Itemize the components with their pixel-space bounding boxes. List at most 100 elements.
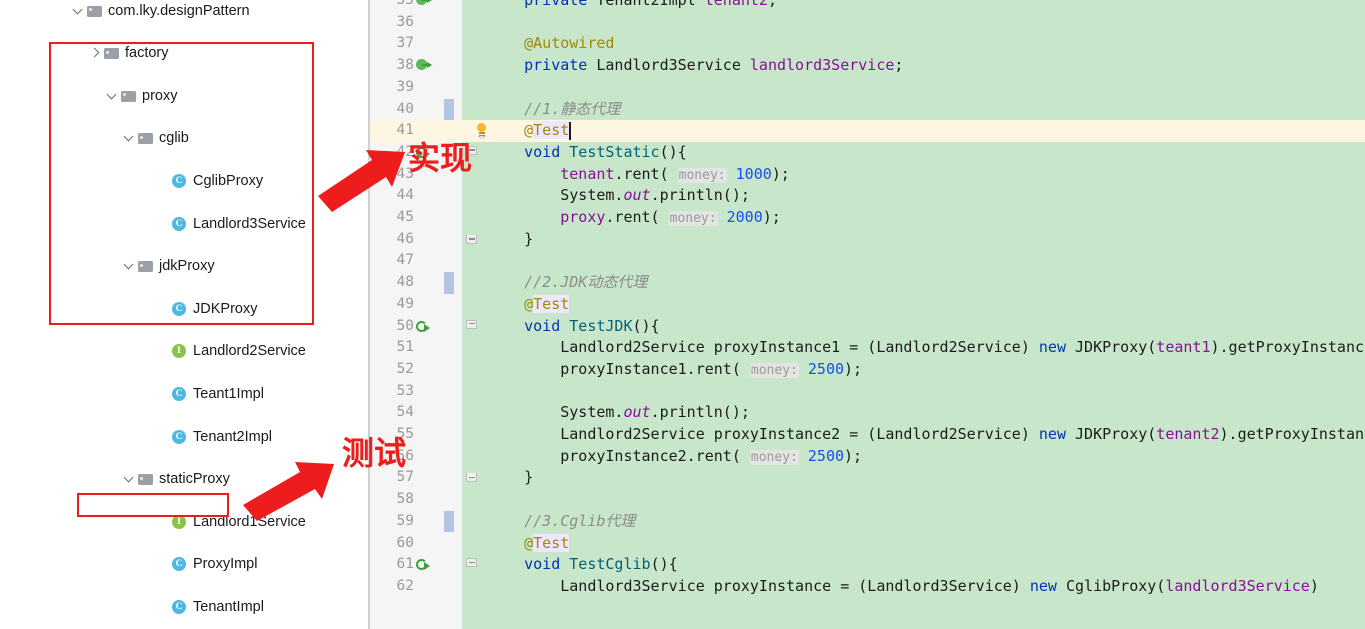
tree-item-tenantimpl[interactable]: C TenantImpl	[0, 596, 370, 617]
tree-item-proxyimpl[interactable]: C ProxyImpl	[0, 554, 370, 575]
code-line-text: private Tenant2Impl tenant2;	[488, 0, 777, 12]
code-line-51[interactable]: 51 Landlord2Service proxyInstance1 = (La…	[370, 337, 1365, 359]
code-line-text: private Landlord3Service landlord3Servic…	[488, 55, 903, 77]
spring-bean-icon[interactable]	[413, 0, 432, 8]
code-line-56[interactable]: 56 proxyInstance2.rent( money: 2500);	[370, 445, 1365, 469]
run-test-icon[interactable]	[416, 146, 430, 160]
code-fold-close-icon[interactable]	[466, 473, 477, 486]
tree-item-landlord1service[interactable]: I Landlord1Service	[0, 511, 370, 532]
tree-item-label: proxy	[142, 87, 178, 104]
code-line-background	[462, 489, 1365, 511]
token: landlord3Service	[749, 56, 895, 75]
code-line-text: proxyInstance2.rent( money: 2500);	[488, 446, 862, 469]
chevron-down-icon[interactable]	[72, 5, 84, 17]
token: //3.Cglib代理	[524, 511, 636, 530]
code-line-61[interactable]: 61 void TestCglib(){	[370, 554, 1365, 576]
token: );	[762, 208, 781, 226]
code-editor-panel[interactable]: 35 private Tenant2Impl tenant2; 36 37 @Aut…	[370, 0, 1365, 629]
run-test-icon[interactable]	[416, 558, 430, 572]
code-line-45[interactable]: 45 proxy.rent( money: 2000);	[370, 207, 1365, 229]
line-number: 58	[396, 491, 414, 508]
code-line-57[interactable]: 57 }	[370, 467, 1365, 490]
code-line-39[interactable]: 39	[370, 76, 1365, 99]
code-line-54[interactable]: 54 System.out.println();	[370, 402, 1365, 424]
line-number: 53	[396, 382, 414, 399]
tree-item-proxy[interactable]: proxy	[0, 85, 370, 106]
chevron-down-icon[interactable]	[123, 132, 135, 144]
class-badge: C	[172, 387, 186, 401]
token: Landlord2Service proxyInstance1 = (Landl…	[488, 338, 1039, 357]
code-fold-open-icon[interactable]	[466, 558, 477, 571]
vcs-change-marker[interactable]	[444, 272, 454, 294]
line-number: 59	[396, 512, 414, 529]
tree-item-landlord2service[interactable]: I Landlord2Service	[0, 341, 370, 362]
code-line-36[interactable]: 36	[370, 11, 1365, 34]
intention-bulb-icon[interactable]	[474, 123, 489, 139]
chevron-down-icon[interactable]	[106, 90, 118, 102]
code-line-text: proxy.rent( money: 2000);	[488, 207, 781, 230]
code-line-background	[462, 532, 1365, 555]
code-line-35[interactable]: 35 private Tenant2Impl tenant2;	[370, 0, 1365, 12]
spring-bean-icon[interactable]	[413, 56, 432, 73]
token: .println();	[650, 403, 750, 422]
tree-item-landlord3service[interactable]: C Landlord3Service	[0, 213, 370, 234]
tree-item-label: com.lky.designPattern	[108, 2, 250, 19]
token: tenant2	[704, 0, 768, 9]
class-badge: I	[172, 514, 186, 529]
code-line-background	[462, 380, 1365, 403]
token: CglibProxy(	[1065, 576, 1166, 595]
token: @	[524, 294, 534, 313]
package-icon	[137, 258, 154, 274]
code-line-58[interactable]: 58	[370, 489, 1365, 511]
token: new	[1029, 576, 1066, 595]
code-line-text: System.out.println();	[488, 185, 750, 207]
code-line-text: }	[488, 229, 533, 251]
tree-item-tenant2impl[interactable]: C Tenant2Impl	[0, 426, 370, 447]
code-line-62[interactable]: 62 Landlord3Service proxyInstance = (Lan…	[370, 575, 1365, 598]
tree-item-staticproxy[interactable]: staticProxy	[0, 469, 370, 490]
code-line-background	[462, 120, 1365, 142]
code-line-37[interactable]: 37 @Autowired	[370, 33, 1365, 56]
line-number: 36	[396, 13, 414, 30]
line-number: 54	[396, 404, 414, 421]
code-line-44[interactable]: 44 System.out.println();	[370, 185, 1365, 207]
code-line-48[interactable]: 48 //2.JDK动态代理	[370, 272, 1365, 294]
code-line-41[interactable]: 41 @Test	[370, 120, 1365, 142]
class-icon: C	[171, 429, 188, 445]
code-line-40[interactable]: 40 //1.静态代理	[370, 98, 1365, 121]
vcs-change-marker[interactable]	[444, 510, 454, 533]
token: ).getProxyInstance();	[1210, 338, 1365, 357]
tree-item-teant1impl[interactable]: C Teant1Impl	[0, 383, 370, 404]
tree-item-cglib[interactable]: cglib	[0, 128, 370, 149]
code-line-59[interactable]: 59 //3.Cglib代理	[370, 510, 1365, 533]
code-line-60[interactable]: 60 @Test	[370, 532, 1365, 555]
code-line-38[interactable]: 38 private Landlord3Service landlord3Ser…	[370, 55, 1365, 77]
tree-item-factory[interactable]: factory	[0, 43, 370, 64]
token: ;	[894, 56, 904, 75]
code-line-42[interactable]: 42 void TestStatic(){	[370, 141, 1365, 164]
chevron-right-icon[interactable]	[89, 47, 101, 59]
chevron-down-icon[interactable]	[123, 473, 135, 485]
code-fold-close-icon[interactable]	[466, 234, 477, 248]
code-line-43[interactable]: 43 tenant.rent( money: 1000);	[370, 163, 1365, 186]
project-tree-panel[interactable]: com.lky.designPattern factory proxy cglib C C…	[0, 0, 370, 629]
code-fold-open-icon[interactable]	[466, 145, 477, 159]
code-line-55[interactable]: 55 Landlord2Service proxyInstance2 = (La…	[370, 424, 1365, 446]
chevron-down-icon[interactable]	[123, 260, 135, 272]
line-number: 62	[396, 577, 414, 594]
code-line-52[interactable]: 52 proxyInstance1.rent( money: 2500);	[370, 358, 1365, 381]
code-line-46[interactable]: 46 }	[370, 228, 1365, 251]
tree-item-jdkproxy[interactable]: jdkProxy	[0, 256, 370, 277]
code-line-50[interactable]: 50 void TestJDK(){	[370, 315, 1365, 338]
code-fold-open-icon[interactable]	[466, 319, 477, 333]
tree-item-cglibproxy[interactable]: C CglibProxy	[0, 170, 370, 191]
code-line-47[interactable]: 47	[370, 250, 1365, 273]
code-line-53[interactable]: 53	[370, 380, 1365, 403]
run-test-icon[interactable]	[416, 320, 430, 334]
tree-item-com-lky-designpattern[interactable]: com.lky.designPattern	[0, 0, 370, 21]
code-line-49[interactable]: 49 @Test	[370, 293, 1365, 316]
vcs-change-marker[interactable]	[444, 98, 454, 121]
token: proxyInstance2.rent(	[488, 446, 750, 465]
tree-item-jdkproxy[interactable]: C JDKProxy	[0, 298, 370, 319]
